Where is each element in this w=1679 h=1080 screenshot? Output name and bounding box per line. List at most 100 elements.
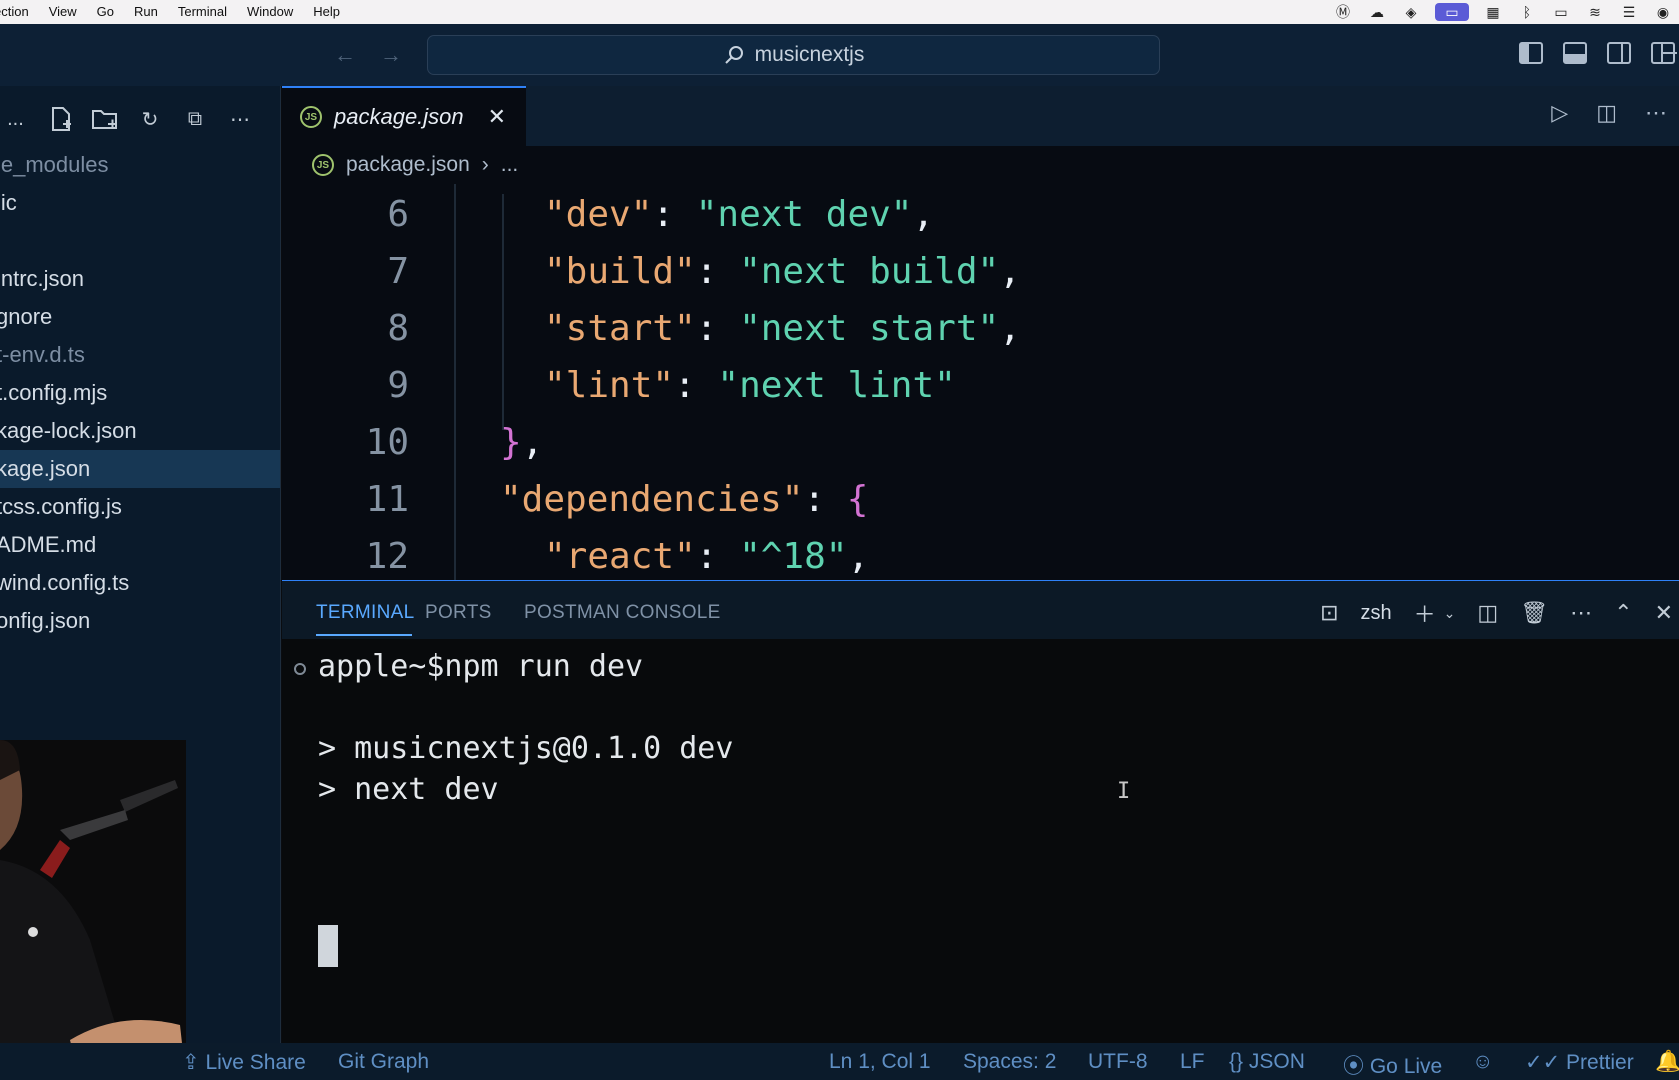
double-check-icon: ✓✓ [1525,1051,1567,1074]
menu-help[interactable]: Help [303,0,350,24]
code-text: "build": "next build", [544,251,1021,292]
chevron-down-icon[interactable]: ⌄ [1444,605,1456,622]
bluetooth-icon[interactable]: ᛒ [1517,3,1537,21]
trash-icon[interactable]: 🗑 [1520,600,1548,626]
file-tree-item[interactable]: intrc.json [0,260,280,298]
drive-icon[interactable]: ◈ [1401,3,1421,21]
panel-tab-bar: TERMINAL PORTS POSTMAN CONSOLE ⊡ zsh ＋ ⌄… [282,581,1679,639]
panel-more-icon[interactable]: ⋯ [1570,600,1592,626]
git-graph-button[interactable]: Git Graph [338,1050,429,1074]
menu-go[interactable]: Go [87,0,124,24]
language-mode[interactable]: {} JSON [1229,1050,1305,1074]
split-editor-icon[interactable]: ◫ [1596,100,1617,126]
control-center-icon[interactable]: ☰ [1619,3,1639,21]
punctuation: , [999,308,1021,349]
tab-package-json[interactable]: JS package.json ✕ [282,86,526,146]
new-file-icon[interactable] [46,104,76,134]
menu-terminal[interactable]: Terminal [168,0,237,24]
json-string: "next build" [739,251,1000,292]
terminal-cursor [318,925,338,967]
tab-postman-console[interactable]: POSTMAN CONSOLE [524,602,721,624]
tab-terminal[interactable]: TERMINAL [316,602,414,624]
file-tree-item[interactable]: ADME.md [0,526,280,564]
search-text: musicnextjs [754,43,865,66]
screen-share-icon[interactable]: ▭ [1435,3,1469,21]
punctuation: , [847,536,870,577]
line-number: 6 [387,194,409,235]
forward-arrow-icon[interactable]: → [380,42,402,68]
active-tab-indicator [316,634,412,636]
toggle-primary-sidebar-icon[interactable] [1519,42,1543,64]
code-view[interactable]: 6 "dev": "next dev", 7 "build": "next build… [282,184,1679,580]
shell-name[interactable]: zsh [1361,602,1392,625]
file-tree-item[interactable]: t.config.mjs [0,374,280,412]
code-text: "lint": "next lint" [544,365,956,406]
file-tree-item[interactable]: gnore [0,298,280,336]
editor-more-icon[interactable]: ⋯ [1645,100,1667,126]
file-tree-item[interactable]: tcss.config.js [0,488,280,526]
toggle-panel-icon[interactable] [1563,42,1587,64]
chevron-right-icon: › [481,153,489,176]
layout-controls [1519,42,1679,64]
copilot-icon[interactable]: ☺ [1472,1050,1493,1074]
wifi-icon[interactable]: ≋ [1585,3,1605,21]
terminal-line: > next dev [318,772,499,807]
run-icon[interactable]: ▷ [1551,100,1568,126]
live-share-button[interactable]: ⇪ Live Share [182,1050,306,1075]
m-app-icon[interactable]: Ⓜ [1333,3,1353,21]
code-text: "start": "next start", [544,308,1021,349]
more-actions-icon[interactable]: ⋯ [225,104,255,134]
file-tree-item[interactable]: wind.config.ts [0,564,280,602]
code-line: 9 "lint": "next lint" [282,365,1679,422]
share-icon: ⇪ [182,1051,206,1074]
cursor-position[interactable]: Ln 1, Col 1 [829,1050,931,1074]
file-tree-item[interactable]: le_modules [0,146,280,184]
breadcrumb-rest[interactable]: ... [501,153,519,177]
editor-area: JS package.json ✕ ▷ ◫ ⋯ JS package.json … [282,86,1679,580]
tab-ports[interactable]: PORTS [425,602,492,624]
collapse-folders-icon[interactable]: ⧉ [180,104,210,134]
split-terminal-icon[interactable]: ◫ [1477,600,1498,626]
customize-layout-icon[interactable] [1651,42,1677,64]
go-live-button[interactable]: ⦿ Go Live [1343,1050,1442,1080]
menu-view[interactable]: View [39,0,87,24]
encoding[interactable]: UTF-8 [1088,1050,1148,1074]
back-arrow-icon[interactable]: ← [334,42,356,68]
terminal-output[interactable]: apple~$npm run dev > musicnextjs@0.1.0 d… [282,639,1679,1044]
terminal-line: apple~$npm run dev [318,649,644,684]
json-key: "dependencies" [500,479,804,520]
new-terminal-icon[interactable]: ＋ [1414,597,1436,629]
code-line: 10}, [282,422,1679,479]
line-number: 12 [365,536,409,577]
refresh-icon[interactable]: ↻ [135,104,165,134]
command-center-search[interactable]: musicnextjs [427,35,1160,75]
json-string: "next dev" [695,194,913,235]
close-tab-icon[interactable]: ✕ [488,104,506,130]
siri-icon[interactable]: ◉ [1653,3,1673,21]
toggle-secondary-sidebar-icon[interactable] [1607,42,1631,64]
breadcrumb-file[interactable]: package.json [346,153,470,177]
new-folder-icon[interactable] [90,104,120,134]
prettier-button[interactable]: ✓✓ Prettier [1525,1050,1634,1075]
nodejs-file-icon: JS [312,154,334,176]
webcam-overlay [0,740,186,1080]
line-number: 9 [387,365,409,406]
notifications-bell-icon[interactable]: 🔔 [1655,1050,1679,1074]
indentation[interactable]: Spaces: 2 [963,1050,1056,1074]
cloud-sync-icon[interactable]: ☁ [1367,3,1387,21]
grid-app-icon[interactable]: ▦ [1483,3,1503,21]
file-tree-item[interactable]: onfig.json [0,602,280,640]
file-tree-item[interactable]: kage-lock.json [0,412,280,450]
menu-window[interactable]: Window [237,0,303,24]
file-tree-item[interactable]: kage.json [0,450,280,488]
close-panel-icon[interactable]: ✕ [1655,600,1673,626]
display-icon[interactable]: ▭ [1551,3,1571,21]
json-key: "build" [544,251,696,292]
menu-selection[interactable]: ection [0,0,39,24]
file-tree-item[interactable]: lic [0,184,280,222]
maximize-panel-icon[interactable]: ⌃ [1614,600,1632,626]
line-number: 11 [365,479,409,520]
end-of-line[interactable]: LF [1180,1050,1205,1074]
file-tree-item[interactable]: t-env.d.ts [0,336,280,374]
menu-run[interactable]: Run [124,0,168,24]
